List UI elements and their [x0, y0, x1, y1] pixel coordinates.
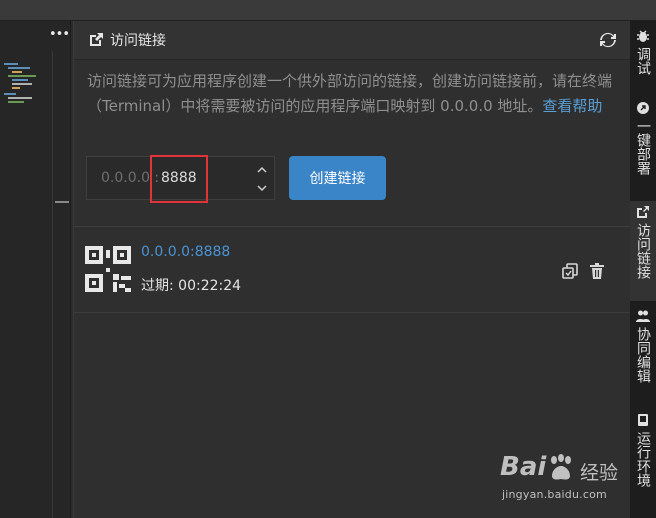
- access-link-panel: 访问链接 访问链接可为应用程序创建一个供外部访问的链接，创建访问链接前，请在终端…: [73, 21, 630, 518]
- tab-label: 运行环境: [635, 431, 651, 487]
- copy-icon[interactable]: [561, 262, 579, 280]
- external-link-icon: [90, 33, 103, 46]
- panel-title: 访问链接: [110, 33, 166, 49]
- description-text: 访问链接可为应用程序创建一个供外部访问的链接，创建访问链接前，请在终端（Term…: [87, 72, 613, 115]
- tab-access-link[interactable]: 访问链接: [630, 201, 656, 301]
- rocket-icon: [637, 102, 649, 114]
- trash-icon[interactable]: [589, 262, 605, 280]
- tab-runtime-env[interactable]: 运行环境: [630, 409, 656, 509]
- port-input-group: 0.0.0.0 :: [86, 156, 275, 200]
- watermark-url: jingyan.baidu.com: [502, 488, 607, 501]
- expire-time: 00:22:24: [178, 278, 242, 294]
- code-editor-pane[interactable]: •••: [0, 21, 71, 518]
- port-input[interactable]: [161, 168, 241, 188]
- tab-label: 一键部署: [635, 119, 651, 175]
- address-prefix: 0.0.0.0 :: [101, 170, 160, 186]
- list-item: 0.0.0.0:8888 过期: 00:22:24: [74, 227, 630, 312]
- window-top-bar: [0, 0, 656, 21]
- tab-deploy[interactable]: 一键部署: [630, 97, 656, 197]
- watermark-brand: Bai: [500, 452, 547, 482]
- help-link[interactable]: 查看帮助: [542, 97, 602, 115]
- create-link-button[interactable]: 创建链接: [289, 156, 386, 200]
- tab-collab-edit[interactable]: 协同编辑: [630, 305, 656, 405]
- tab-debug[interactable]: 调试: [630, 25, 656, 91]
- expire-label: 过期:: [141, 278, 174, 294]
- users-icon: [636, 310, 650, 322]
- external-link-icon: [637, 206, 649, 218]
- qr-code-icon[interactable]: [85, 246, 131, 292]
- tab-label: 调试: [635, 47, 651, 75]
- watermark-brand-cn: 经验: [580, 462, 619, 484]
- tab-label: 协同编辑: [635, 327, 651, 383]
- editor-gutter-divider: [52, 51, 53, 518]
- right-tab-bar: 调试 一键部署 访问链接 协同编辑 运行环境: [630, 21, 656, 518]
- port-stepper-icon[interactable]: [255, 163, 269, 195]
- refresh-icon[interactable]: [599, 31, 617, 49]
- panel-description: 访问链接可为应用程序创建一个供外部访问的链接，创建访问链接前，请在终端（Term…: [87, 69, 617, 118]
- expire-info: 过期: 00:22:24: [141, 275, 241, 295]
- bug-icon: [637, 30, 649, 42]
- panel-header: 访问链接: [74, 21, 630, 60]
- scroll-marker[interactable]: [55, 201, 69, 203]
- access-link-url[interactable]: 0.0.0.0:8888: [141, 244, 230, 260]
- baidu-jingyan-watermark: Bai 经验 jingyan.baidu.com: [500, 452, 630, 512]
- paw-logo-icon: [551, 454, 571, 480]
- tab-label: 访问链接: [635, 223, 651, 279]
- more-options-icon[interactable]: •••: [49, 28, 70, 41]
- editor-minimap: [0, 61, 48, 141]
- server-icon: [638, 414, 648, 426]
- section-divider: [74, 312, 630, 313]
